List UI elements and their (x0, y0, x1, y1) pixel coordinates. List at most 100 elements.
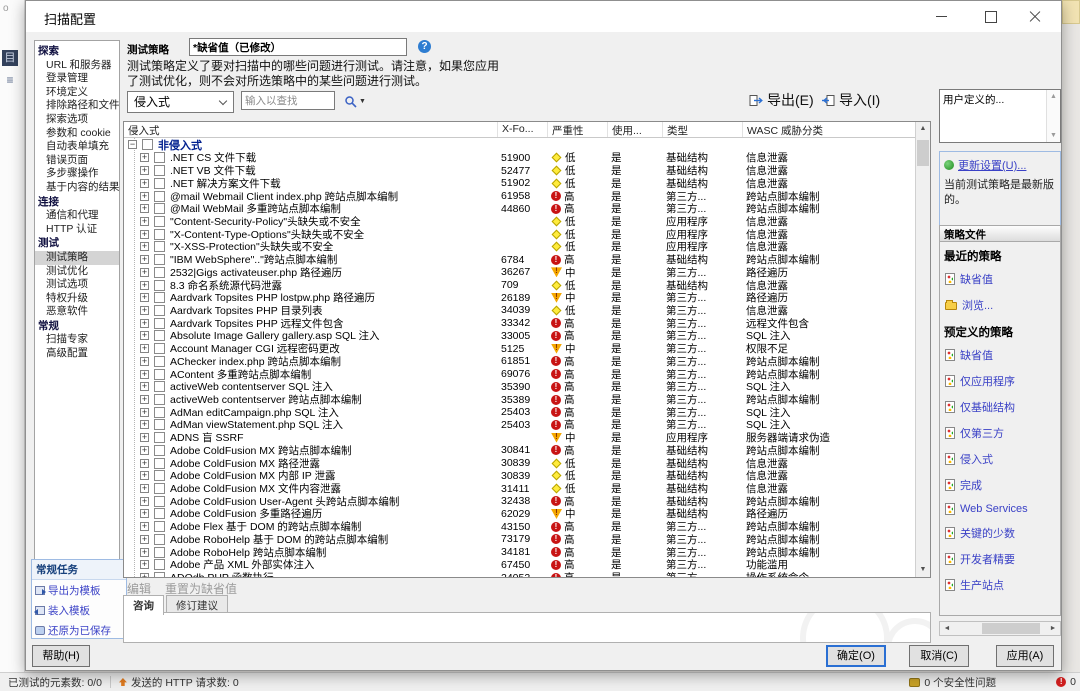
scroll-down-icon[interactable]: ▼ (916, 563, 930, 577)
policy-link[interactable]: Web Services (940, 498, 1060, 520)
policy-name-input[interactable] (189, 38, 407, 56)
expand-icon[interactable]: + (140, 459, 149, 468)
col-header-name[interactable]: 侵入式 (124, 122, 497, 137)
row-checkbox[interactable] (154, 318, 165, 329)
policy-link[interactable]: 完成 (940, 472, 1060, 498)
table-scrollbar[interactable]: ▲ ▼ (915, 122, 930, 577)
nav-item[interactable]: HTTP 认证 (35, 223, 119, 237)
policy-link[interactable]: 开发者精要 (940, 546, 1060, 572)
row-checkbox[interactable] (154, 369, 165, 380)
listbox-scrollbar[interactable]: ▲ ▼ (1046, 90, 1060, 142)
nav-item[interactable]: 错误页面 (35, 154, 119, 168)
col-header-wasc[interactable]: WASC 威胁分类 (742, 122, 915, 137)
task-link[interactable]: 导出为模板 (32, 580, 126, 600)
policy-link[interactable]: 侵入式 (940, 446, 1060, 472)
expand-icon[interactable]: + (140, 535, 149, 544)
row-checkbox[interactable] (154, 432, 165, 443)
policy-link[interactable]: 生产站点 (940, 572, 1060, 598)
nav-item[interactable]: 特权升级 (35, 292, 119, 306)
nav-item[interactable]: 扫描专家 (35, 333, 119, 347)
expand-icon[interactable]: + (140, 192, 149, 201)
expand-icon[interactable]: + (140, 179, 149, 188)
nav-item[interactable]: 基于内容的结果 (35, 181, 119, 195)
expand-icon[interactable]: + (140, 281, 149, 290)
expand-icon[interactable]: + (140, 255, 149, 264)
policy-link[interactable]: 缺省值 (940, 266, 1060, 292)
scroll-up-icon[interactable]: ▲ (916, 122, 930, 136)
expand-icon[interactable]: + (140, 471, 149, 480)
nav-item[interactable]: 通信和代理 (35, 209, 119, 223)
row-checkbox[interactable] (154, 305, 165, 316)
table-row[interactable]: +ADOdb PHP 函数执行24052高是第三方...操作系统命令 (124, 571, 915, 577)
expand-icon[interactable]: + (140, 446, 149, 455)
row-checkbox[interactable] (154, 216, 165, 227)
row-checkbox[interactable] (154, 229, 165, 240)
col-header-xforce[interactable]: X-Fo... (497, 122, 547, 137)
nav-item[interactable]: 多步骤操作 (35, 167, 119, 181)
col-header-inuse[interactable]: 使用... (607, 122, 662, 137)
row-checkbox[interactable] (154, 559, 165, 570)
expand-icon[interactable]: + (140, 522, 149, 531)
expand-icon[interactable]: + (140, 268, 149, 277)
expand-icon[interactable]: + (140, 204, 149, 213)
ok-button[interactable]: 确定(O) (826, 645, 886, 667)
row-checkbox[interactable] (154, 191, 165, 202)
row-checkbox[interactable] (154, 508, 165, 519)
task-link[interactable]: 还原为已保存 (32, 620, 126, 640)
expand-icon[interactable]: + (140, 242, 149, 251)
row-checkbox[interactable] (154, 547, 165, 558)
policy-link[interactable]: 关键的少数 (940, 520, 1060, 546)
expand-icon[interactable]: + (140, 153, 149, 162)
row-checkbox[interactable] (154, 165, 165, 176)
minimize-button[interactable] (921, 1, 961, 32)
expand-icon[interactable]: + (140, 293, 149, 302)
row-checkbox[interactable] (154, 534, 165, 545)
nav-item[interactable]: 测试选项 (35, 278, 119, 292)
expand-icon[interactable]: + (140, 306, 149, 315)
scrollbar-thumb[interactable] (982, 623, 1040, 634)
maximize-button[interactable] (971, 1, 1011, 32)
update-settings-link[interactable]: 更新设置(U)... (944, 157, 1056, 173)
row-checkbox[interactable] (154, 330, 165, 341)
nav-item[interactable]: 测试优化 (35, 265, 119, 279)
row-checkbox[interactable] (154, 483, 165, 494)
row-checkbox[interactable] (154, 394, 165, 405)
row-checkbox[interactable] (142, 139, 153, 150)
row-checkbox[interactable] (154, 521, 165, 532)
nav-item[interactable]: 环境定义 (35, 86, 119, 100)
dialog-titlebar[interactable]: 扫描配置 (26, 1, 1061, 32)
help-icon[interactable]: ? (418, 40, 431, 53)
policy-link[interactable]: 浏览... (940, 292, 1060, 318)
row-checkbox[interactable] (154, 572, 165, 577)
import-button[interactable]: 导入(I) (821, 90, 880, 110)
nav-item[interactable]: 排除路径和文件 (35, 99, 119, 113)
scroll-right-icon[interactable]: ► (1046, 622, 1060, 635)
expand-icon[interactable]: + (140, 573, 149, 577)
scroll-down-icon[interactable]: ▼ (1047, 132, 1060, 139)
task-link[interactable]: 装入模板 (32, 600, 126, 620)
expand-icon[interactable]: + (140, 370, 149, 379)
row-checkbox[interactable] (154, 152, 165, 163)
row-checkbox[interactable] (154, 470, 165, 481)
apply-button[interactable]: 应用(A) (996, 645, 1054, 667)
expand-icon[interactable]: + (140, 408, 149, 417)
expand-icon[interactable]: + (140, 166, 149, 175)
nav-item[interactable]: URL 和服务器 (35, 59, 119, 73)
export-button[interactable]: 导出(E) (749, 90, 814, 110)
tab-advisory[interactable]: 咨询 (123, 595, 164, 615)
row-checkbox[interactable] (154, 203, 165, 214)
help-button[interactable]: 帮助(H) (32, 645, 90, 667)
expand-icon[interactable]: + (140, 217, 149, 226)
nav-item[interactable]: 登录管理 (35, 72, 119, 86)
policy-link[interactable]: 仅第三方 (940, 420, 1060, 446)
user-defined-entry[interactable]: 用户定义的... (943, 92, 1004, 107)
scroll-up-icon[interactable]: ▲ (1047, 93, 1060, 100)
expand-icon[interactable]: + (140, 420, 149, 429)
row-checkbox[interactable] (154, 445, 165, 456)
nav-item[interactable]: 恶意软件 (35, 305, 119, 319)
row-checkbox[interactable] (154, 419, 165, 430)
search-input[interactable] (241, 91, 335, 110)
policy-link[interactable]: 仅应用程序 (940, 368, 1060, 394)
expand-icon[interactable]: + (140, 509, 149, 518)
expand-icon[interactable]: + (140, 319, 149, 328)
